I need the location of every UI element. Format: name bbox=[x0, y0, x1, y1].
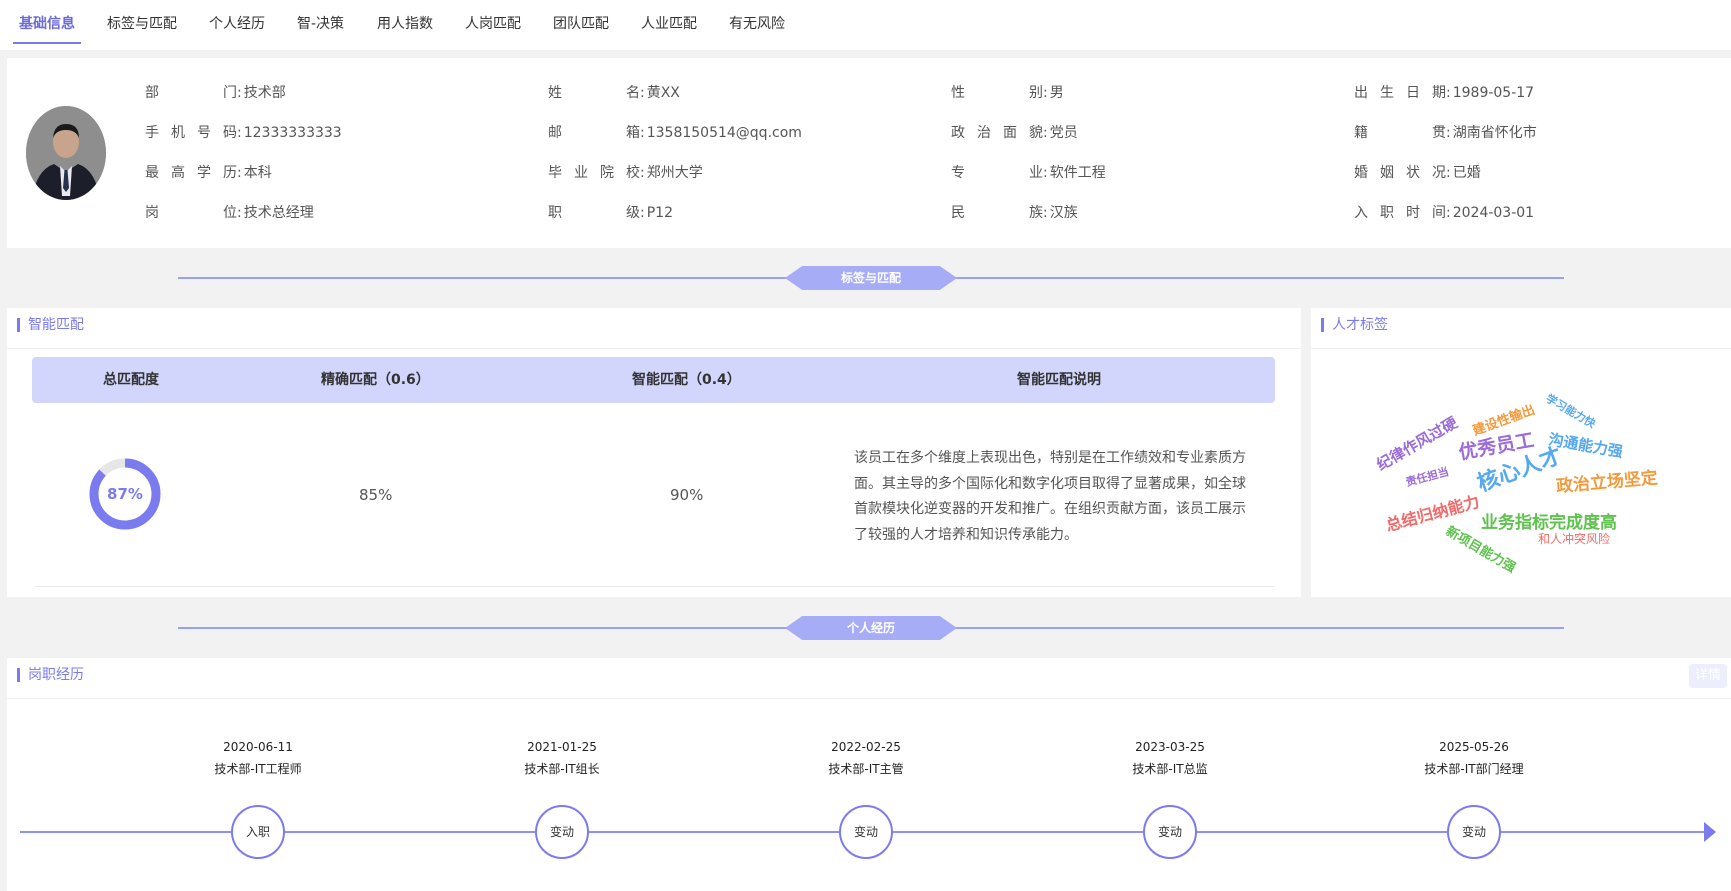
tab-personal-history[interactable]: 个人经历 bbox=[209, 0, 265, 44]
timeline-node[interactable]: 变动 bbox=[839, 805, 893, 859]
info-department: 部门: 技术部 bbox=[145, 85, 286, 101]
talent-word-cloud: 学习能力快 建设性输出 纪律作风过硬 优秀员工 沟通能力强 责任担当 核心人才 … bbox=[1311, 308, 1731, 597]
talent-tags-card: 人才标签 学习能力快 建设性输出 纪律作风过硬 优秀员工 沟通能力强 责任担当 … bbox=[1311, 308, 1731, 597]
timeline-position: 技术部-IT总监 bbox=[1132, 762, 1208, 776]
info-gender: 性别: 男 bbox=[951, 85, 1064, 101]
timeline-date: 2023-03-25 bbox=[1135, 740, 1205, 754]
tab-smart-decision[interactable]: 智-决策 bbox=[297, 0, 344, 44]
basic-info-panel: 部门: 技术部 手机号码: 12333333333 最高学历: 本科 岗位: 技术总经理… bbox=[7, 58, 1731, 248]
timeline-position: 技术部-IT组长 bbox=[524, 762, 600, 776]
card-separator bbox=[7, 698, 1731, 699]
timeline-node[interactable]: 变动 bbox=[535, 805, 589, 859]
smart-match-card: 智能匹配 总匹配度 精确匹配（0.6） 智能匹配（0.4） 智能匹配说明 87%… bbox=[7, 308, 1301, 597]
tab-basic-info[interactable]: 基础信息 bbox=[13, 0, 81, 44]
header-total-match: 总匹配度 bbox=[103, 372, 159, 388]
header-exact-match: 精确匹配（0.6） bbox=[321, 372, 430, 388]
tag-political-stance: 政治立场坚定 bbox=[1555, 468, 1659, 497]
tab-person-job-match[interactable]: 人岗匹配 bbox=[465, 0, 521, 44]
info-position: 岗位: 技术总经理 bbox=[145, 205, 314, 221]
info-phone: 手机号码: 12333333333 bbox=[145, 125, 342, 141]
info-ethnicity: 民族: 汉族 bbox=[951, 205, 1078, 221]
timeline-position: 技术部-IT工程师 bbox=[214, 762, 302, 776]
info-major: 专业: 软件工程 bbox=[951, 165, 1106, 181]
info-name: 姓名: 黄XX bbox=[548, 85, 680, 101]
top-tab-bar: 基础信息 标签与匹配 个人经历 智-决策 用人指数 人岗匹配 团队匹配 人业匹配… bbox=[0, 0, 1731, 50]
info-native-place: 籍贯: 湖南省怀化市 bbox=[1354, 125, 1537, 141]
tag-learning: 学习能力快 bbox=[1543, 391, 1598, 431]
info-email: 邮箱: 1358150514@qq.com bbox=[548, 125, 802, 141]
info-political-status: 政治面貌: 党员 bbox=[951, 125, 1078, 141]
timeline-position: 技术部-IT主管 bbox=[828, 762, 904, 776]
tab-employment-index[interactable]: 用人指数 bbox=[377, 0, 433, 44]
info-school: 毕业院校: 郑州大学 bbox=[548, 165, 703, 181]
info-education: 最高学历: 本科 bbox=[145, 165, 272, 181]
detail-button[interactable]: 详情 bbox=[1689, 664, 1727, 688]
timeline-node[interactable]: 变动 bbox=[1143, 805, 1197, 859]
tab-team-match[interactable]: 团队匹配 bbox=[553, 0, 609, 44]
timeline-date: 2021-01-25 bbox=[527, 740, 597, 754]
smart-match-value: 90% bbox=[670, 486, 704, 504]
header-match-description: 智能匹配说明 bbox=[1017, 372, 1101, 388]
match-table-header: 总匹配度 精确匹配（0.6） 智能匹配（0.4） 智能匹配说明 bbox=[32, 357, 1275, 403]
match-description-text: 该员工在多个维度上表现出色，特别是在工作绩效和专业素质方面。其主导的多个国际化和… bbox=[854, 450, 1246, 543]
total-match-value: 87% bbox=[107, 485, 143, 503]
timeline-arrow-icon bbox=[1704, 822, 1716, 842]
tab-risk[interactable]: 有无风险 bbox=[729, 0, 785, 44]
tag-discipline: 纪律作风过硬 bbox=[1373, 413, 1461, 475]
tag-conflict-risk: 和人冲突风险 bbox=[1538, 532, 1611, 546]
total-match-ring: 87% bbox=[89, 458, 161, 530]
section-divider-tags-match: 标签与匹配 bbox=[785, 266, 957, 290]
info-marital-status: 婚姻状况: 已婚 bbox=[1354, 165, 1481, 181]
section-divider-personal: 个人经历 bbox=[785, 616, 957, 640]
timeline-date: 2022-02-25 bbox=[831, 740, 901, 754]
tab-person-industry-match[interactable]: 人业匹配 bbox=[641, 0, 697, 44]
info-hire-date: 入职时间: 2024-03-01 bbox=[1354, 205, 1535, 221]
timeline-date: 2020-06-11 bbox=[223, 740, 293, 754]
smart-match-title: 智能匹配 bbox=[17, 318, 84, 332]
card-separator bbox=[7, 348, 1301, 349]
timeline-node[interactable]: 变动 bbox=[1447, 805, 1501, 859]
info-rank: 职级: P12 bbox=[548, 205, 673, 221]
avatar bbox=[26, 106, 106, 200]
header-smart-match: 智能匹配（0.4） bbox=[632, 372, 741, 388]
career-title: 岗职经历 bbox=[17, 668, 84, 682]
timeline-date: 2025-05-26 bbox=[1439, 740, 1509, 754]
timeline-position: 技术部-IT部门经理 bbox=[1424, 762, 1524, 776]
tag-responsibility: 责任担当 bbox=[1404, 465, 1451, 490]
exact-match-value: 85% bbox=[359, 486, 393, 504]
tab-tags-match[interactable]: 标签与匹配 bbox=[107, 0, 177, 44]
timeline-node[interactable]: 入职 bbox=[231, 805, 285, 859]
info-birth-date: 出生日期: 1989-05-17 bbox=[1354, 85, 1535, 101]
table-row-divider bbox=[35, 586, 1275, 587]
